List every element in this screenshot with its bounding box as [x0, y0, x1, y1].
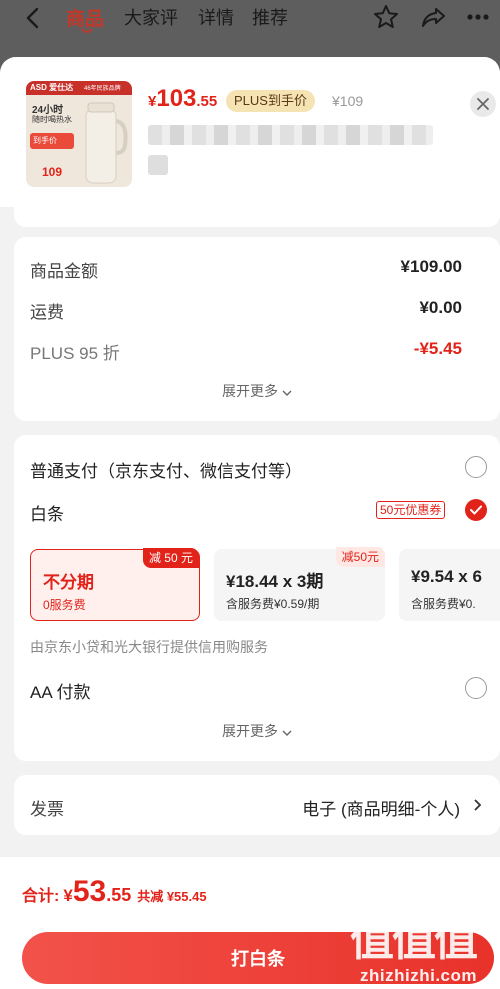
product-spec-card — [14, 207, 500, 227]
blurred-product-title — [148, 125, 433, 145]
thumbnail-price: 109 — [42, 165, 63, 179]
invoice-card[interactable]: 发票 电子 (商品明细-个人) — [14, 775, 500, 835]
product-thumbnail[interactable]: ASD 爱仕达 46年民族品牌 24小时 随时喝热水 到手价 109 — [26, 81, 132, 187]
payment-expand-label: 展开更多 — [222, 723, 279, 739]
checkout-sheet: ASD 爱仕达 46年民族品牌 24小时 随时喝热水 到手价 109 ¥ 103… — [0, 57, 500, 989]
chevron-down-icon — [282, 390, 292, 396]
close-button[interactable] — [470, 91, 496, 117]
installment-option-none[interactable]: 减 50 元 不分期 0服务费 — [30, 548, 200, 621]
product-header: ASD 爱仕达 46年民族品牌 24小时 随时喝热水 到手价 109 ¥ 103… — [0, 57, 500, 207]
coupon-badge: 50元优惠券 — [376, 501, 446, 519]
installment-option-3[interactable]: 减50元 ¥18.44 x 3期 含服务费¥0.59/期 — [214, 547, 385, 621]
installment-tag: 减50元 — [335, 547, 385, 567]
summary-label-shipping: 运费 — [30, 303, 64, 322]
chevron-right-icon — [474, 799, 482, 811]
installment-sub: 0服务费 — [43, 598, 86, 612]
share-icon[interactable] — [420, 3, 448, 31]
radio-aa-pay[interactable] — [465, 677, 487, 699]
plus-price-badge: PLUS到手价 — [226, 90, 315, 112]
credit-provider-note: 由京东小贷和光大银行提供信用购服务 — [30, 639, 268, 655]
tab-reviews[interactable]: 大家评 — [124, 4, 178, 30]
payment-method-card: 普通支付（京东支付、微信支付等） 白条 50元优惠券 减 50 元 不分期 0服… — [14, 435, 500, 761]
payment-option-normal: 普通支付（京东支付、微信支付等） — [30, 462, 302, 481]
installment-tag: 减 50 元 — [142, 548, 199, 568]
radio-normal-pay[interactable] — [465, 456, 487, 478]
total-label: 合计: — [22, 888, 60, 905]
payment-expand-more[interactable]: 展开更多 — [14, 721, 500, 741]
tab-details[interactable]: 详情 — [198, 4, 234, 30]
total-integer: 53 — [72, 875, 107, 908]
installment-title: ¥18.44 x 3期 — [226, 572, 324, 591]
summary-expand-label: 展开更多 — [222, 383, 279, 399]
installment-title: 不分期 — [43, 573, 94, 592]
summary-label-plus-discount: PLUS 95 折 — [30, 344, 120, 363]
tab-recommend[interactable]: 推荐 — [252, 4, 288, 30]
blurred-product-title-line2 — [148, 155, 168, 175]
order-total: 合计: ¥ 53 .55 共减 ¥55.45 — [22, 875, 207, 909]
top-nav: 商品 大家评 详情 推荐 — [0, 0, 500, 44]
price-decimal: .55 — [196, 93, 218, 110]
summary-value-shipping: ¥0.00 — [419, 298, 462, 317]
total-saved: 共减 ¥55.45 — [137, 889, 207, 904]
star-icon[interactable] — [372, 3, 400, 31]
summary-expand-more[interactable]: 展开更多 — [14, 381, 500, 401]
total-decimal: .55 — [106, 885, 132, 905]
tab-product[interactable]: 商品 — [66, 4, 104, 31]
invoice-label: 发票 — [30, 800, 64, 819]
installment-sub: 含服务费¥0.59/期 — [226, 597, 320, 611]
payment-option-aa: AA 付款 — [30, 683, 91, 702]
summary-value-goods: ¥109.00 — [400, 257, 462, 276]
price-integer: 103 — [156, 85, 197, 112]
price-summary-card: 商品金额 ¥109.00 运费 ¥0.00 PLUS 95 折 -¥5.45 展… — [14, 237, 500, 421]
installment-title: ¥9.54 x 6 — [411, 567, 482, 586]
thermos-image — [85, 102, 128, 184]
checkmark-icon — [470, 505, 482, 515]
total-currency: ¥ — [63, 886, 73, 905]
thumbnail-promo: 到手价 — [33, 136, 57, 145]
thumbnail-brand-badge: 46年民族品牌 — [84, 86, 121, 92]
chevron-down-icon — [282, 730, 292, 736]
installment-sub: 含服务费¥0. — [411, 597, 476, 611]
installment-option-6[interactable]: ¥9.54 x 6 含服务费¥0. — [399, 549, 500, 621]
more-icon[interactable] — [464, 3, 492, 31]
price-currency: ¥ — [148, 93, 157, 110]
radio-baitiao[interactable] — [465, 499, 487, 521]
summary-label-goods: 商品金额 — [30, 262, 98, 281]
thumbnail-subheadline: 随时喝热水 — [32, 115, 72, 124]
product-price: ¥ 103 .55 — [148, 85, 217, 113]
back-arrow-icon[interactable] — [22, 6, 46, 30]
tab-active-indicator — [81, 28, 93, 33]
watermark-url: zhizhizhi.com — [360, 966, 477, 985]
original-price: ¥109 — [332, 93, 364, 109]
close-icon — [477, 98, 489, 110]
invoice-value: 电子 (商品明细-个人) — [302, 800, 460, 819]
payment-option-baitiao: 白条 — [30, 505, 64, 524]
summary-value-plus-discount: -¥5.45 — [413, 339, 462, 358]
thumbnail-brand: ASD 爱仕达 — [30, 83, 74, 92]
